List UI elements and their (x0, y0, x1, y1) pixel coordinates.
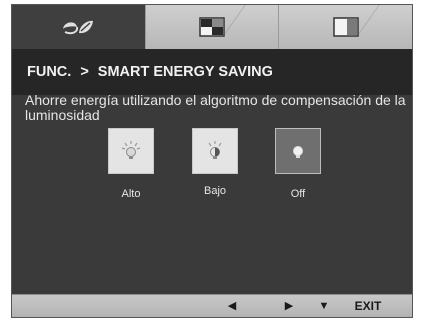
exit-button[interactable]: EXIT (348, 295, 388, 317)
triangle-left-icon[interactable]: ◀ (222, 295, 242, 317)
bulb-icon (208, 141, 222, 159)
breadcrumb-separator: > (80, 64, 89, 80)
tab-eco[interactable] (12, 5, 146, 49)
bulb-icon (121, 141, 141, 159)
osd-menu: FUNC. > SMART ENERGY SAVING Ahorre energ… (11, 4, 413, 318)
option-alto-label: Alto (121, 188, 141, 200)
option-bajo-button[interactable] (192, 128, 238, 174)
color-icon (332, 17, 359, 37)
triangle-down-icon[interactable]: ▼ (314, 295, 334, 317)
bottom-control-bar: ◀ ▶ ▼ EXIT (12, 294, 412, 317)
tab-texture (224, 5, 260, 35)
triangle-right-icon[interactable]: ▶ (279, 295, 299, 317)
breadcrumb: FUNC. > SMART ENERGY SAVING (12, 49, 412, 95)
breadcrumb-menu: FUNC. (27, 64, 72, 80)
option-off-button[interactable] (275, 128, 321, 174)
tab-color[interactable] (279, 5, 412, 49)
tab-texture (358, 5, 394, 35)
option-off-label: Off (290, 188, 306, 200)
bulb-icon (293, 146, 303, 158)
description-text: Ahorre energía utilizando el algoritmo d… (25, 92, 406, 123)
option-bajo-label: Bajo (203, 185, 227, 197)
picture-icon (199, 17, 225, 37)
eco-leaf-icon (63, 20, 94, 35)
breadcrumb-page: SMART ENERGY SAVING (97, 64, 273, 80)
option-alto-button[interactable] (108, 128, 154, 174)
tab-picture[interactable] (145, 5, 280, 49)
tab-bar (12, 5, 412, 49)
